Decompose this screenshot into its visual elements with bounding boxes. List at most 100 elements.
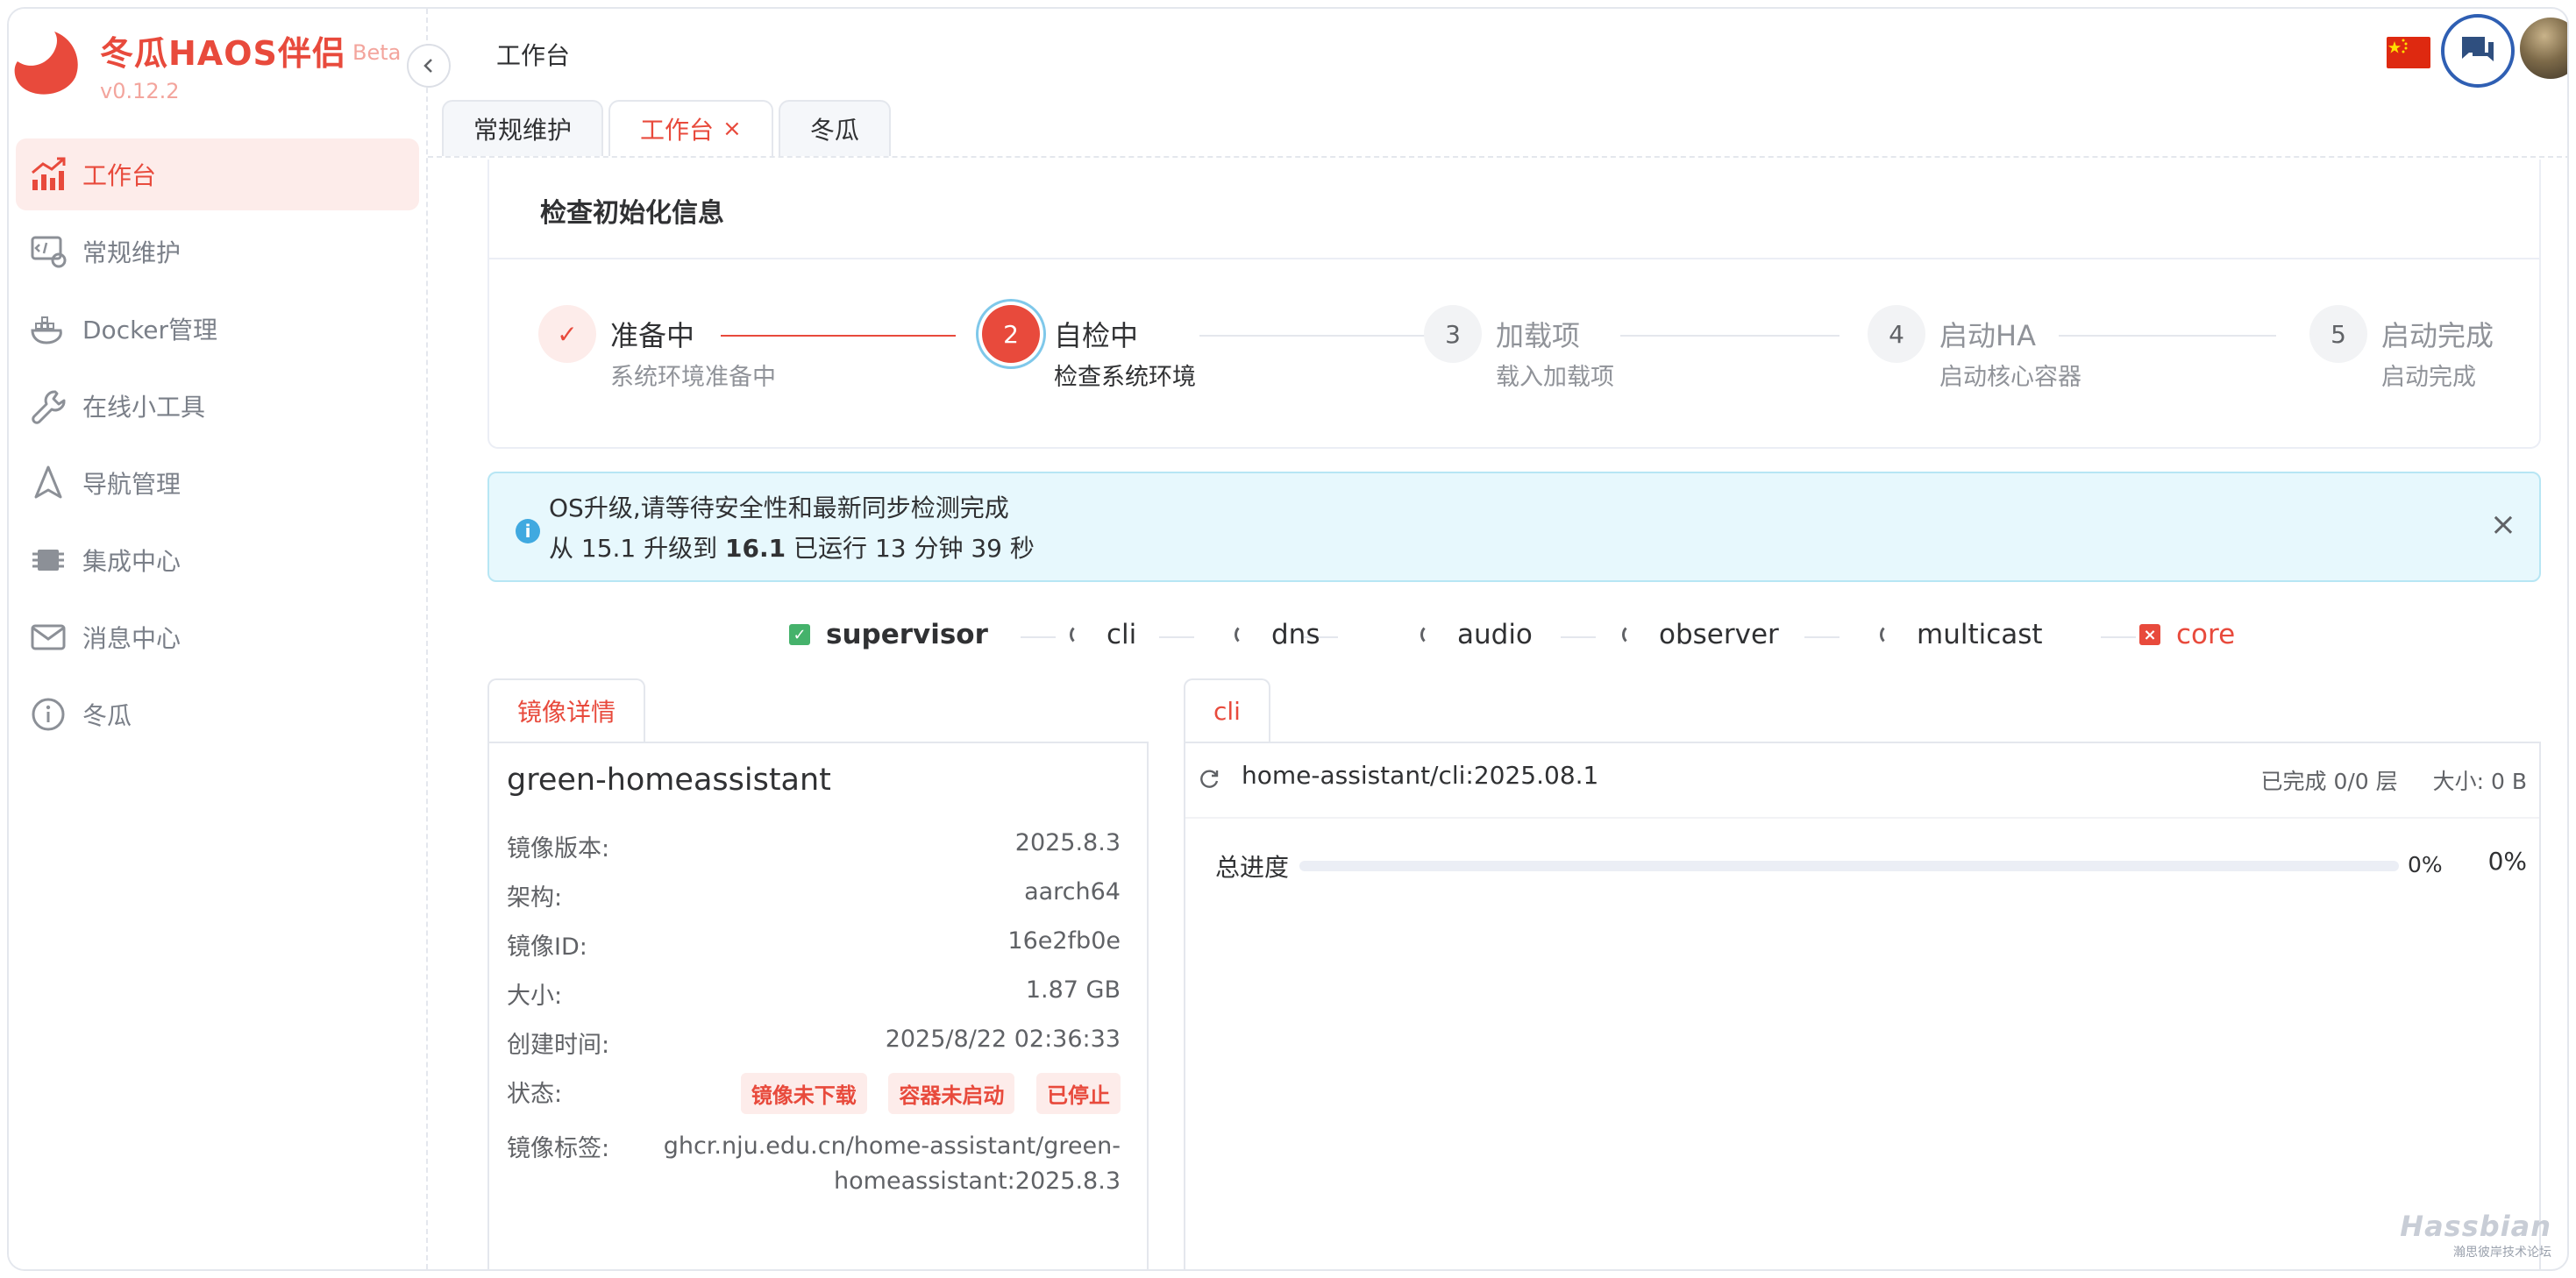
status-badge: 已停止: [1036, 1073, 1121, 1114]
os-upgrade-alert: i OS升级,请等待安全性和最新同步检测完成 从 15.1 升级到 16.1 已…: [487, 472, 2541, 582]
app-logo: [14, 32, 78, 95]
tag-row: 镜像标签: ghcr.nju.edu.cn/home-assistant/gre…: [507, 1129, 1121, 1208]
progress-percent-inline: 0%: [2408, 852, 2443, 877]
version-label: v0.12.2: [100, 79, 180, 103]
step-desc: 启动完成: [2381, 364, 2476, 391]
chart-up-icon: [28, 154, 68, 195]
info-icon: [28, 694, 68, 735]
sidebar-item-tools[interactable]: 在线小工具: [16, 370, 419, 442]
loading-icon: [1622, 624, 1643, 645]
chat-button[interactable]: [2441, 14, 2515, 88]
sidebar-item-label: 工作台: [82, 161, 157, 190]
image-tag-value: ghcr.nju.edu.cn/home-assistant/green-hom…: [663, 1132, 1121, 1195]
tab-workbench[interactable]: 工作台 ×: [608, 100, 773, 156]
sidebar-item-label: 导航管理: [82, 470, 181, 499]
step-desc: 系统环境准备中: [610, 364, 776, 391]
pull-image-name: home-assistant/cli:2025.08.1: [1242, 761, 1599, 790]
service-core: × core: [2139, 619, 2235, 650]
sidebar-item-workbench[interactable]: 工作台: [16, 138, 419, 210]
maintenance-icon: [28, 231, 68, 272]
step-number: 3: [1424, 305, 1482, 363]
error-icon: ×: [2139, 624, 2160, 645]
mail-icon: [28, 617, 68, 657]
sidebar-item-navigation[interactable]: 导航管理: [16, 447, 419, 519]
step-connector: [2059, 335, 2276, 337]
image-name: green-homeassistant: [507, 763, 831, 798]
step-number: 4: [1868, 305, 1925, 363]
alert-title: OS升级,请等待安全性和最新同步检测完成: [549, 493, 1009, 522]
sidebar-item-docker[interactable]: Docker管理: [16, 293, 419, 365]
init-steps-card: 检查初始化信息 ✓ 准备中 系统环境准备中 2 自检中 检查系统环境 3 加载项…: [487, 160, 2541, 449]
step-title: 启动完成: [2381, 319, 2494, 352]
check-icon: ✓: [538, 305, 596, 363]
service-multicast: multicast: [1880, 619, 2043, 650]
tab-divider: [428, 156, 2567, 158]
sidebar-item-maintenance[interactable]: 常规维护: [16, 216, 419, 288]
sidebar-menu: 工作台 常规维护 Docker管理 在线小工具 导航管理 集成中心 消息中心 冬…: [9, 138, 426, 756]
close-icon[interactable]: ×: [2490, 507, 2516, 543]
watermark: Hassbian 瀚思彼岸技术论坛: [2400, 1210, 2551, 1260]
sidebar-item-label: 集成中心: [82, 547, 181, 576]
alert-description: 从 15.1 升级到 16.1 已运行 13 分钟 39 秒: [549, 534, 1035, 563]
progress-bar: [1299, 861, 2399, 871]
image-details-panel: green-homeassistant 镜像版本: 2025.8.3 架构: aar…: [487, 742, 1149, 1269]
tab-bar: 常规维护 工作台 × 冬瓜: [442, 100, 896, 156]
chat-icon: [2462, 37, 2494, 61]
tab-image-details[interactable]: 镜像详情: [487, 678, 646, 742]
loading-icon: [1420, 624, 1441, 645]
sidebar-item-label: 冬瓜: [82, 701, 132, 730]
loading-icon: [1235, 624, 1256, 645]
tab-donggua[interactable]: 冬瓜: [778, 100, 891, 156]
page-title: 工作台: [496, 41, 571, 70]
step-number: 5: [2309, 305, 2367, 363]
wrench-icon: [28, 386, 68, 426]
sidebar-item-messages[interactable]: 消息中心: [16, 601, 419, 673]
tab-cli[interactable]: cli: [1184, 678, 1270, 742]
user-avatar[interactable]: [2520, 18, 2567, 79]
step-title: 启动HA: [1939, 319, 2036, 352]
refresh-icon: [1200, 770, 1219, 788]
card-title: 检查初始化信息: [540, 198, 724, 229]
progress-percent: 0%: [2487, 847, 2527, 876]
step-connector: [721, 335, 956, 337]
check-icon: ✓: [789, 624, 810, 645]
language-flag-icon[interactable]: [2387, 37, 2430, 68]
step-title: 准备中: [610, 319, 695, 352]
status-badge: 镜像未下载: [740, 1073, 867, 1114]
beta-label: Beta: [352, 40, 402, 65]
pull-progress-panel: home-assistant/cli:2025.08.1 已完成 0/0 层 大…: [1184, 742, 2541, 1269]
step-title: 自检中: [1054, 319, 1139, 352]
layers-count: 已完成 0/0 层: [2260, 769, 2398, 794]
sidebar-item-integration[interactable]: 集成中心: [16, 524, 419, 596]
close-tab-icon[interactable]: ×: [722, 116, 742, 142]
chevron-left-icon: [423, 59, 432, 73]
step-title: 加载项: [1496, 319, 1581, 352]
pull-row: home-assistant/cli:2025.08.1 已完成 0/0 层 大…: [1198, 761, 2527, 799]
app-window: 冬瓜HAOS伴侣 Beta v0.12.2 工作台 常规维护 Docker管理: [7, 7, 2569, 1271]
sidebar-item-label: 消息中心: [82, 624, 181, 653]
step-desc: 载入加载项: [1496, 364, 1614, 391]
status-row: 状态: 镜像未下载 容器未启动 已停止: [507, 1073, 1121, 1118]
step-number: 2: [982, 305, 1040, 363]
service-cli: cli: [1070, 619, 1136, 650]
info-icon: i: [516, 519, 540, 543]
service-observer: observer: [1622, 619, 1779, 650]
chip-icon: [28, 540, 68, 580]
service-supervisor: ✓ supervisor: [789, 619, 988, 650]
status-badge: 容器未启动: [888, 1073, 1015, 1114]
loading-icon: [1070, 624, 1091, 645]
step-desc: 检查系统环境: [1054, 364, 1196, 391]
tab-maintenance[interactable]: 常规维护: [442, 100, 604, 156]
navigation-icon: [28, 463, 68, 503]
collapse-sidebar-button[interactable]: [407, 44, 451, 88]
service-dns: dns: [1235, 619, 1320, 650]
sidebar-item-about[interactable]: 冬瓜: [16, 678, 419, 750]
step-desc: 启动核心容器: [1939, 364, 2081, 391]
sidebar-item-label: Docker管理: [82, 316, 218, 344]
sidebar-item-label: 常规维护: [82, 238, 181, 267]
sidebar-item-label: 在线小工具: [82, 393, 206, 422]
progress-label: 总进度: [1215, 853, 1290, 882]
step-connector: [1620, 335, 1839, 337]
sidebar: 冬瓜HAOS伴侣 Beta v0.12.2 工作台 常规维护 Docker管理: [9, 9, 428, 1269]
service-audio: audio: [1420, 619, 1533, 650]
